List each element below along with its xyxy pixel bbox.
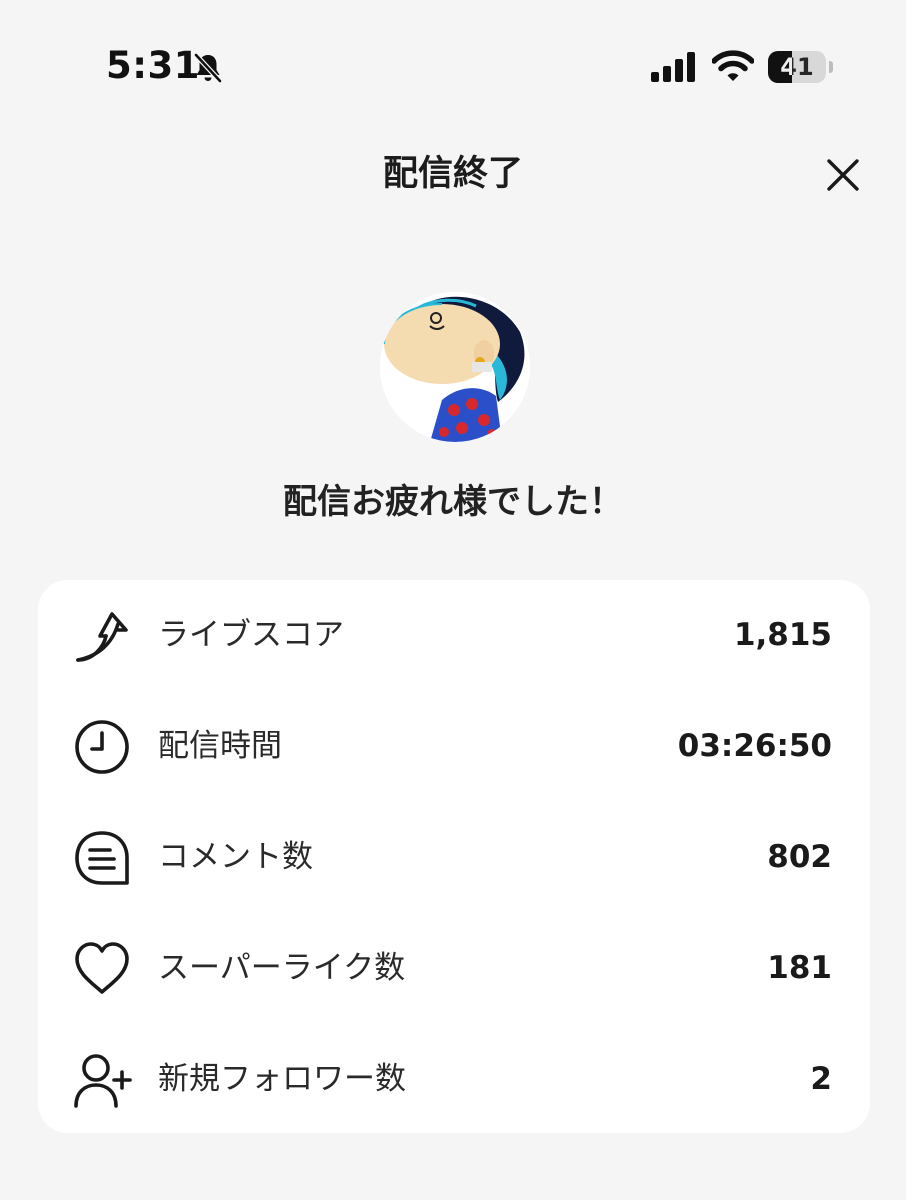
stat-row-super-likes: スーパーライク数 181 bbox=[38, 913, 870, 1024]
stat-value: 802 bbox=[767, 839, 832, 875]
stats-card: ライブスコア 1,815 配信時間 03:26:50 コメント数 802 スーパ… bbox=[38, 580, 870, 1133]
thanks-message: 配信お疲れ様でした！ bbox=[283, 482, 623, 522]
battery-level: 41 bbox=[780, 53, 814, 81]
heart-icon bbox=[75, 942, 129, 994]
status-time: 5:31 bbox=[106, 44, 201, 87]
close-icon bbox=[827, 159, 859, 191]
close-button[interactable] bbox=[816, 148, 870, 202]
stat-label: 配信時間 bbox=[158, 728, 282, 764]
stat-value: 1,815 bbox=[733, 617, 832, 653]
stat-value: 03:26:50 bbox=[677, 728, 832, 764]
wifi-icon bbox=[712, 50, 754, 81]
person-add-icon bbox=[74, 1054, 132, 1108]
comment-icon bbox=[75, 831, 129, 885]
stat-row-stream-time: 配信時間 03:26:50 bbox=[38, 691, 870, 802]
rising-arrow-icon bbox=[76, 612, 128, 662]
status-bar: 5:31 41 bbox=[0, 0, 906, 120]
stat-label: スーパーライク数 bbox=[158, 950, 406, 986]
cellular-signal-icon bbox=[651, 52, 695, 82]
avatar bbox=[380, 292, 530, 442]
avatar-illustration bbox=[380, 292, 530, 442]
stat-label: ライブスコア bbox=[158, 617, 344, 653]
stat-value: 2 bbox=[810, 1061, 832, 1097]
bell-slash-icon bbox=[194, 53, 222, 83]
page-title: 配信終了 bbox=[382, 154, 523, 194]
stat-label: 新規フォロワー数 bbox=[158, 1061, 406, 1097]
clock-icon bbox=[75, 720, 129, 774]
stat-label: コメント数 bbox=[158, 839, 313, 875]
battery-cap bbox=[829, 61, 833, 73]
stat-row-new-followers: 新規フォロワー数 2 bbox=[38, 1024, 870, 1135]
stat-value: 181 bbox=[767, 950, 832, 986]
stat-row-live-score: ライブスコア 1,815 bbox=[38, 580, 870, 691]
battery-icon: 41 bbox=[768, 51, 826, 83]
stat-row-comments: コメント数 802 bbox=[38, 802, 870, 913]
